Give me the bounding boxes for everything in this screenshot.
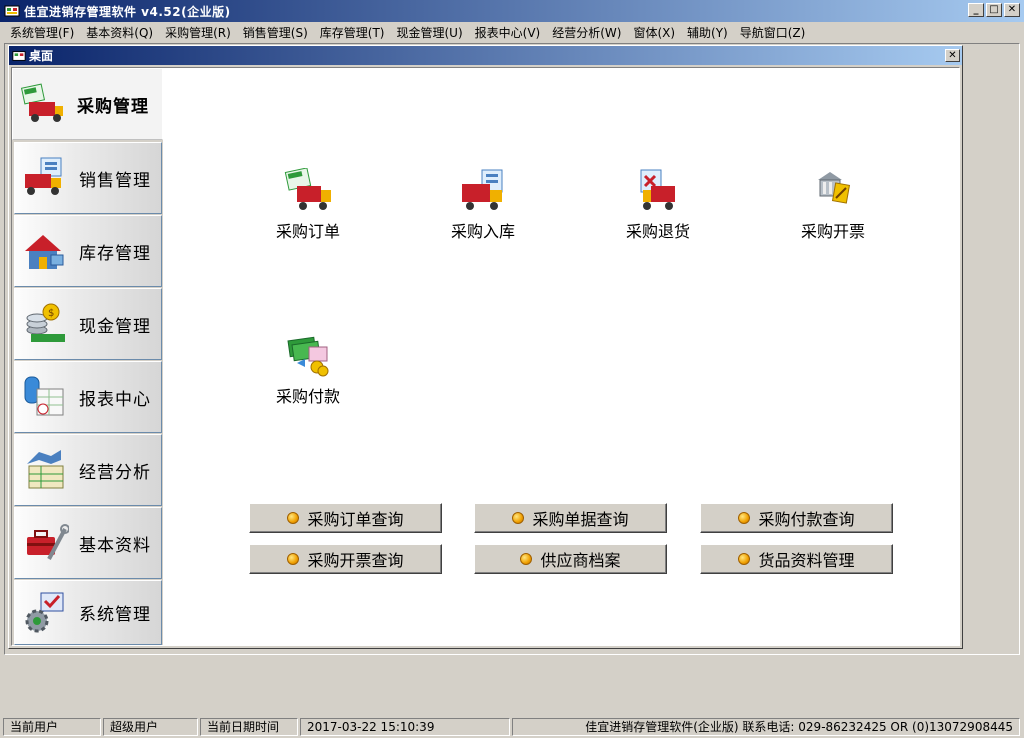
query-purchase-documents-button[interactable]: 采购单据查询	[474, 503, 667, 533]
goods-data-management-label: 货品资料管理	[758, 551, 855, 570]
func-label-purchase-invoice: 采购开票	[800, 222, 865, 241]
window-title: 佳宜进销存管理软件 v4.52(企业版)	[24, 4, 231, 19]
truck-order-icon	[20, 83, 63, 122]
bullet-icon	[738, 512, 751, 524]
menu-system[interactable]: 系统管理(F)	[4, 24, 80, 41]
bullet-icon	[512, 512, 525, 524]
menu-bar: 系统管理(F) 基本资料(Q) 采购管理(R) 销售管理(S) 库存管理(T) …	[0, 22, 1024, 42]
nav-item-basic-data[interactable]: 基本资料	[14, 507, 162, 579]
desktop-window-icon	[12, 50, 26, 61]
nav-label-basic-data: 基本资料	[79, 535, 151, 556]
close-button[interactable]: ✕	[1004, 3, 1020, 17]
module-nav: 采购管理 销售管理 库存管理 $ 现金管理 报表中心 经营分析 基本资料 系统管…	[12, 68, 163, 645]
func-label-purchase-stockin: 采购入库	[450, 222, 515, 241]
menu-sales[interactable]: 销售管理(S)	[237, 24, 314, 41]
app-icon	[4, 5, 20, 17]
status-info: 佳宜进销存管理软件(企业版) 联系电话: 029-86232425 OR (0)…	[512, 717, 1020, 736]
query-purchase-payment-button[interactable]: 采购付款查询	[700, 503, 893, 533]
minimize-button[interactable]: _	[968, 3, 984, 17]
query-purchase-invoice-label: 采购开票查询	[307, 551, 404, 570]
bullet-icon	[287, 553, 300, 565]
query-purchase-payment-label: 采购付款查询	[758, 510, 855, 529]
coins-icon: $	[26, 303, 65, 342]
func-purchase-invoice[interactable]: 采购开票	[778, 168, 888, 242]
status-datetime-value: 2017-03-22 15:10:39	[300, 717, 510, 736]
func-purchase-payment[interactable]: 采购付款	[253, 333, 363, 407]
nav-item-sales[interactable]: 销售管理	[14, 142, 162, 214]
nav-item-reports[interactable]: 报表中心	[14, 361, 162, 433]
nav-item-inventory[interactable]: 库存管理	[14, 215, 162, 287]
nav-label-sales: 销售管理	[79, 170, 151, 191]
query-purchase-invoice-button[interactable]: 采购开票查询	[249, 544, 442, 574]
menu-nav-window[interactable]: 导航窗口(Z)	[734, 24, 812, 41]
nav-label-purchase: 采购管理	[77, 96, 149, 117]
nav-label-reports: 报表中心	[79, 389, 151, 410]
desktop-body: 采购管理 销售管理 库存管理 $ 现金管理 报表中心 经营分析 基本资料 系统管…	[11, 67, 960, 646]
nav-label-system: 系统管理	[79, 605, 151, 625]
query-purchase-order-label: 采购订单查询	[307, 510, 404, 529]
desktop-close-button[interactable]: ✕	[945, 49, 960, 62]
func-label-purchase-order: 采购订单	[275, 222, 340, 241]
menu-window[interactable]: 窗体(X)	[627, 24, 681, 41]
purchase-payment-icon	[287, 336, 329, 377]
nav-item-cash[interactable]: $ 现金管理	[14, 288, 162, 360]
func-label-purchase-return: 采购退货	[625, 222, 690, 241]
module-content: 采购订单 采购入库 采购退货 采购开票 采购付款 采购订单查询 采购单据查询 采…	[163, 68, 959, 645]
status-datetime-label: 当前日期时间	[200, 717, 298, 736]
menu-purchase[interactable]: 采购管理(R)	[159, 24, 237, 41]
menu-cash[interactable]: 现金管理(U)	[390, 24, 468, 41]
query-purchase-documents-label: 采购单据查询	[532, 510, 629, 529]
toolbox-icon	[27, 524, 69, 560]
func-label-purchase-payment: 采购付款	[275, 387, 340, 406]
desktop-title: 桌面	[29, 49, 54, 63]
nav-label-inventory: 库存管理	[79, 243, 151, 264]
app-titlebar: 佳宜进销存管理软件 v4.52(企业版) _ □ ✕	[0, 0, 1024, 22]
menu-inventory[interactable]: 库存管理(T)	[314, 24, 391, 41]
nav-item-purchase[interactable]: 采购管理	[12, 68, 163, 140]
goods-data-management-button[interactable]: 货品资料管理	[700, 544, 893, 574]
purchase-order-icon	[284, 168, 331, 210]
menu-reports[interactable]: 报表中心(V)	[469, 24, 547, 41]
purchase-stockin-icon	[462, 169, 503, 210]
purchase-return-icon	[640, 169, 675, 210]
nav-item-system[interactable]: 系统管理	[14, 580, 162, 645]
nav-label-cash: 现金管理	[79, 316, 151, 337]
status-bar: 当前用户 超级用户 当前日期时间 2017-03-22 15:10:39 佳宜进…	[0, 715, 1024, 738]
status-user-value: 超级用户	[103, 717, 198, 736]
nav-label-analysis: 经营分析	[79, 462, 151, 483]
report-icon	[24, 376, 64, 416]
house-icon	[25, 235, 64, 269]
analysis-icon	[27, 450, 64, 489]
gear-icon	[25, 592, 64, 632]
menu-assist[interactable]: 辅助(Y)	[681, 24, 734, 41]
supplier-archive-label: 供应商档案	[540, 551, 621, 570]
bullet-icon	[520, 553, 533, 565]
svg-text:$: $	[48, 308, 54, 319]
menu-analysis[interactable]: 经营分析(W)	[546, 24, 627, 41]
purchase-invoice-icon	[818, 172, 851, 204]
func-purchase-stockin[interactable]: 采购入库	[428, 168, 538, 242]
supplier-archive-button[interactable]: 供应商档案	[474, 544, 667, 574]
status-user-label: 当前用户	[3, 717, 101, 736]
desktop-window: 桌面 ✕ 采购管理 销售管理 库存管理 $ 现金管理 报表中心 经营分析 基本资…	[8, 45, 963, 649]
maximize-button[interactable]: □	[986, 3, 1002, 17]
truck-sales-icon	[25, 157, 62, 195]
desktop-titlebar: 桌面 ✕	[9, 46, 962, 65]
func-purchase-return[interactable]: 采购退货	[603, 168, 713, 242]
query-purchase-order-button[interactable]: 采购订单查询	[249, 503, 442, 533]
func-purchase-order[interactable]: 采购订单	[253, 168, 363, 242]
nav-item-analysis[interactable]: 经营分析	[14, 434, 162, 506]
menu-basic-data[interactable]: 基本资料(Q)	[80, 24, 159, 41]
bullet-icon	[287, 512, 300, 524]
bullet-icon	[738, 553, 751, 565]
